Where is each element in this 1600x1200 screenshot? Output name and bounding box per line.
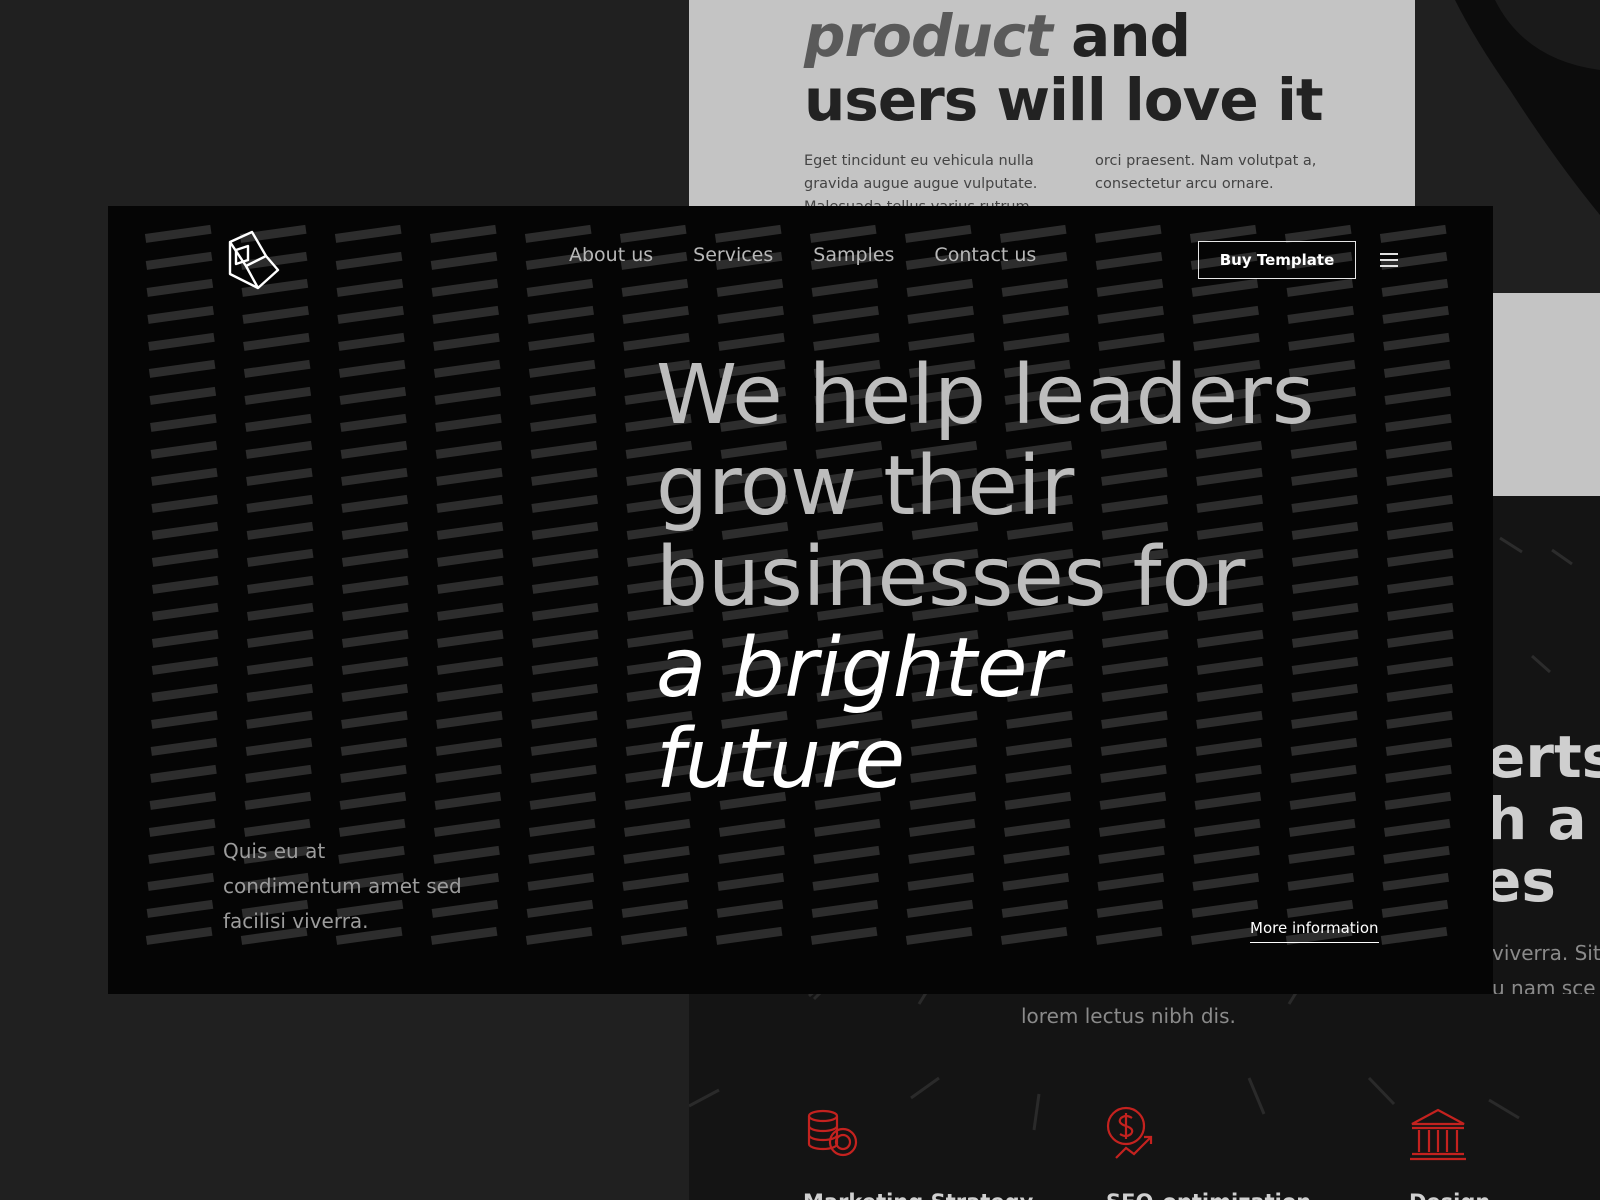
main-nav: About us Services Samples Contact us (569, 244, 1036, 266)
headline-line-1: We help leaders (656, 348, 1315, 443)
mockup-right-heading: erts h a es (1492, 726, 1600, 912)
hamburger-icon[interactable] (1378, 250, 1400, 270)
mockup-right-small-2: u nam sce (1492, 976, 1596, 994)
service-card-marketing: Marketing Strategy (803, 1106, 1033, 1200)
mockup-heading-rest: and (1051, 2, 1191, 70)
coins-icon (807, 1109, 858, 1157)
mockup-heading-em: product (804, 2, 1053, 70)
mockup-caption: lorem lectus nibh dis. (1021, 1004, 1236, 1028)
headline-line-3: businesses for (656, 530, 1246, 625)
nav-services[interactable]: Services (693, 244, 773, 266)
service-card-seo: SEO-optimization (1106, 1106, 1311, 1200)
headline-line-4: a brighter (656, 621, 1062, 716)
cube-logo-icon[interactable] (226, 230, 282, 292)
mockup-right-line-1: erts (1492, 723, 1600, 791)
background-mockup-right-light (1492, 293, 1600, 496)
mockup-right-paragraph: viverra. Sit u nam sce (1492, 936, 1600, 994)
service-title: SEO-optimization (1106, 1190, 1311, 1200)
nav-samples[interactable]: Samples (813, 244, 894, 266)
dollar-growth-icon (1106, 1106, 1153, 1159)
background-mockup-bottom: lorem lectus nibh dis. Marketing Strateg… (689, 994, 1600, 1200)
more-information-link[interactable]: More information (1250, 919, 1379, 943)
mockup-right-line-3: es (1492, 847, 1556, 915)
decorative-corner-shape (1415, 0, 1600, 215)
hero-card: About us Services Samples Contact us Buy… (108, 206, 1493, 994)
service-title: Design (1409, 1190, 1490, 1200)
mockup-right-small-1: viverra. Sit (1492, 941, 1600, 965)
background-mockup-right-dark: erts h a es viverra. Sit u nam sce (1492, 496, 1600, 994)
buy-template-button[interactable]: Buy Template (1198, 241, 1356, 279)
mockup-right-line-2: h a (1492, 785, 1587, 853)
nav-contact-us[interactable]: Contact us (934, 244, 1036, 266)
mockup-heading: product and users will love it (804, 2, 1324, 134)
background-mockup-top: product and users will love it Eget tinc… (689, 0, 1415, 215)
mockup-paragraph-2: orci praesent. Nam volutpat a, consectet… (1095, 153, 1317, 192)
service-card-design: Design (1409, 1106, 1490, 1200)
hero-tagline: Quis eu at condimentum amet sed facilisi… (223, 839, 462, 933)
bank-icon (1410, 1108, 1466, 1161)
mockup-heading-line2: users will love it (804, 66, 1324, 134)
headline-line-5: future (656, 712, 906, 807)
nav-about-us[interactable]: About us (569, 244, 653, 266)
headline-line-2: grow their (656, 439, 1075, 534)
service-title: Marketing Strategy (803, 1190, 1033, 1200)
hero-headline: We help leaders grow their businesses fo… (656, 350, 1315, 805)
